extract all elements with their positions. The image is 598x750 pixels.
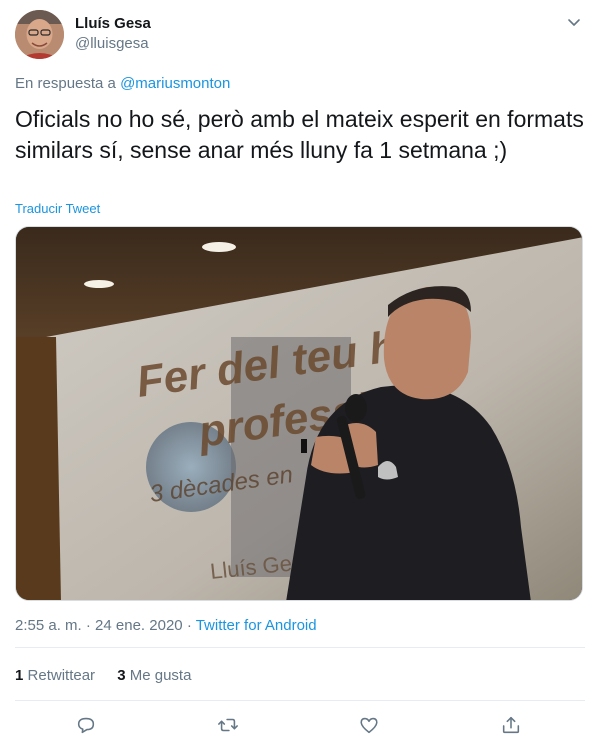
meta-separator-2: ·: [186, 617, 192, 634]
retweets-stat[interactable]: 1 Retwittear: [15, 667, 99, 684]
share-icon[interactable]: [500, 714, 524, 738]
likes-count: 3: [117, 667, 126, 684]
reply-context: En respuesta a @mariusmonton: [15, 74, 230, 94]
tweet-stats: 1 Retwittear 3 Me gusta: [15, 666, 209, 686]
tweet-time[interactable]: 2:55 a. m.: [15, 617, 82, 634]
author-names[interactable]: Lluís Gesa @lluisgesa: [75, 14, 151, 54]
divider: [15, 700, 585, 701]
chevron-down-icon[interactable]: [566, 14, 582, 30]
divider: [15, 647, 585, 648]
tweet-text: Oficials no ho sé, però amb el mateix es…: [15, 106, 584, 163]
meta-separator: ·: [85, 617, 91, 634]
tweet-actions: [15, 709, 585, 743]
tweet-photo[interactable]: Fer del teu h y professi 3 dècades en Ll…: [15, 226, 583, 601]
likes-label: Me gusta: [129, 667, 192, 684]
user-handle[interactable]: @lluisgesa: [75, 34, 151, 54]
translate-tweet-link[interactable]: Traducir Tweet: [15, 200, 100, 218]
avatar[interactable]: [15, 10, 64, 59]
reply-prefix: En respuesta a: [15, 75, 116, 92]
tweet-source-link[interactable]: Twitter for Android: [196, 617, 317, 634]
like-heart-icon[interactable]: [358, 714, 382, 738]
display-name[interactable]: Lluís Gesa: [75, 14, 151, 34]
tweet-meta: 2:55 a. m. · 24 ene. 2020 · Twitter for …: [15, 616, 317, 636]
reply-icon[interactable]: [75, 714, 99, 738]
tweet-header: Lluís Gesa @lluisgesa: [15, 10, 585, 60]
retweets-count: 1: [15, 667, 24, 684]
reply-mention-link[interactable]: @mariusmonton: [120, 75, 230, 92]
retweet-icon[interactable]: [217, 714, 241, 738]
likes-stat[interactable]: 3 Me gusta: [117, 667, 191, 684]
retweets-label: Retwittear: [27, 667, 96, 684]
tweet-date[interactable]: 24 ene. 2020: [95, 617, 183, 634]
